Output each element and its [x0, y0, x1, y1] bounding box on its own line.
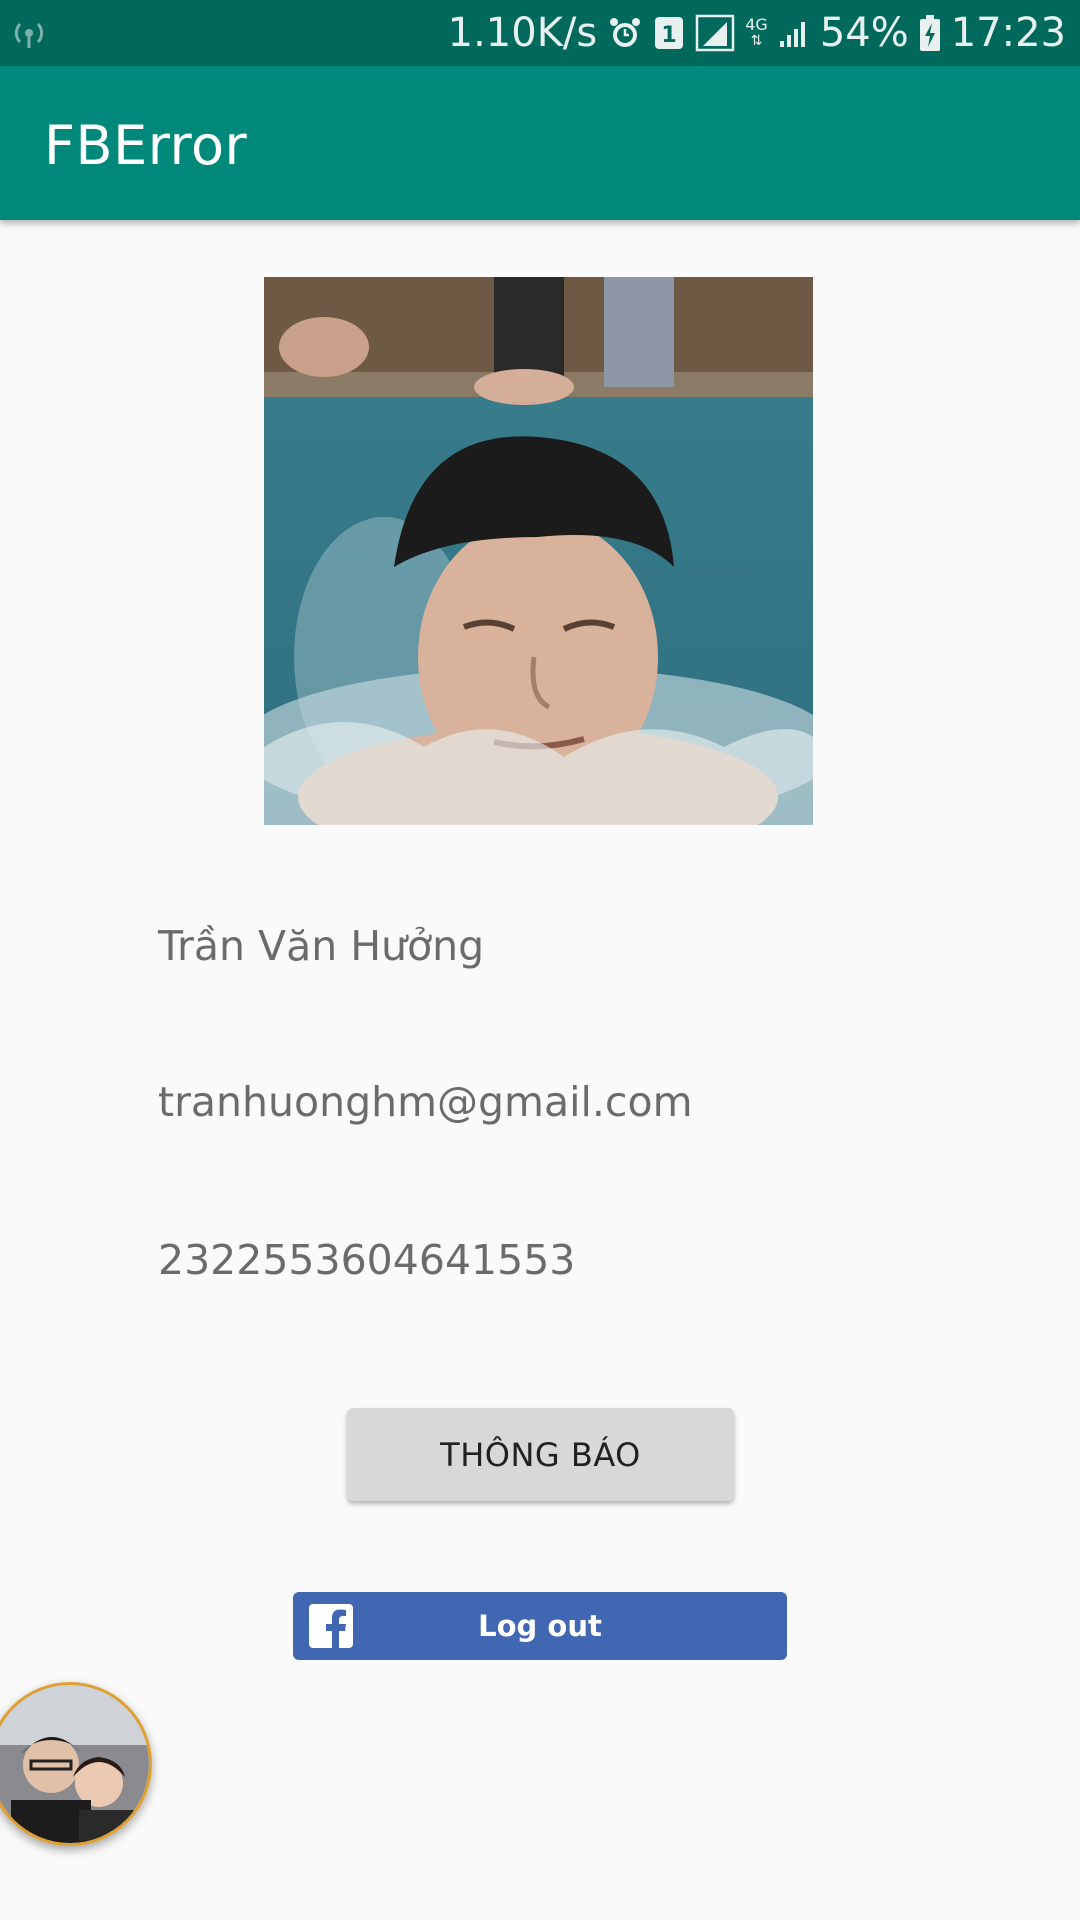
alarm-icon	[607, 15, 643, 51]
notify-button[interactable]: THÔNG BÁO	[347, 1408, 734, 1501]
signal-icon	[695, 14, 735, 52]
facebook-logout-button[interactable]: Log out	[293, 1592, 787, 1660]
battery-percent: 54%	[819, 10, 909, 56]
net-speed: 1.10K/s	[447, 10, 598, 56]
profile-photo	[264, 277, 813, 825]
network-type-label: 4G	[745, 15, 768, 34]
app-bar: FBError	[0, 66, 1080, 220]
chat-head-avatar[interactable]	[0, 1682, 152, 1846]
sim-icon: 1	[653, 15, 685, 51]
user-name: Trần Văn Hưởng	[158, 922, 485, 970]
logout-button-label: Log out	[478, 1609, 602, 1643]
clock: 17:23	[950, 10, 1066, 56]
user-id: 2322553604641553	[158, 1236, 576, 1284]
svg-text:1: 1	[662, 23, 677, 48]
wireless-signal-icon	[10, 14, 48, 52]
battery-charging-icon	[919, 14, 941, 52]
app-title: FBError	[44, 114, 248, 177]
signal-bars-icon	[778, 17, 810, 49]
user-email: tranhuonghm@gmail.com	[158, 1078, 693, 1126]
4g-icon: 4G ⇅	[745, 15, 768, 50]
status-bar: 1.10K/s 1 4G ⇅ 54% 17:23	[0, 0, 1080, 66]
notify-button-label: THÔNG BÁO	[440, 1435, 641, 1474]
